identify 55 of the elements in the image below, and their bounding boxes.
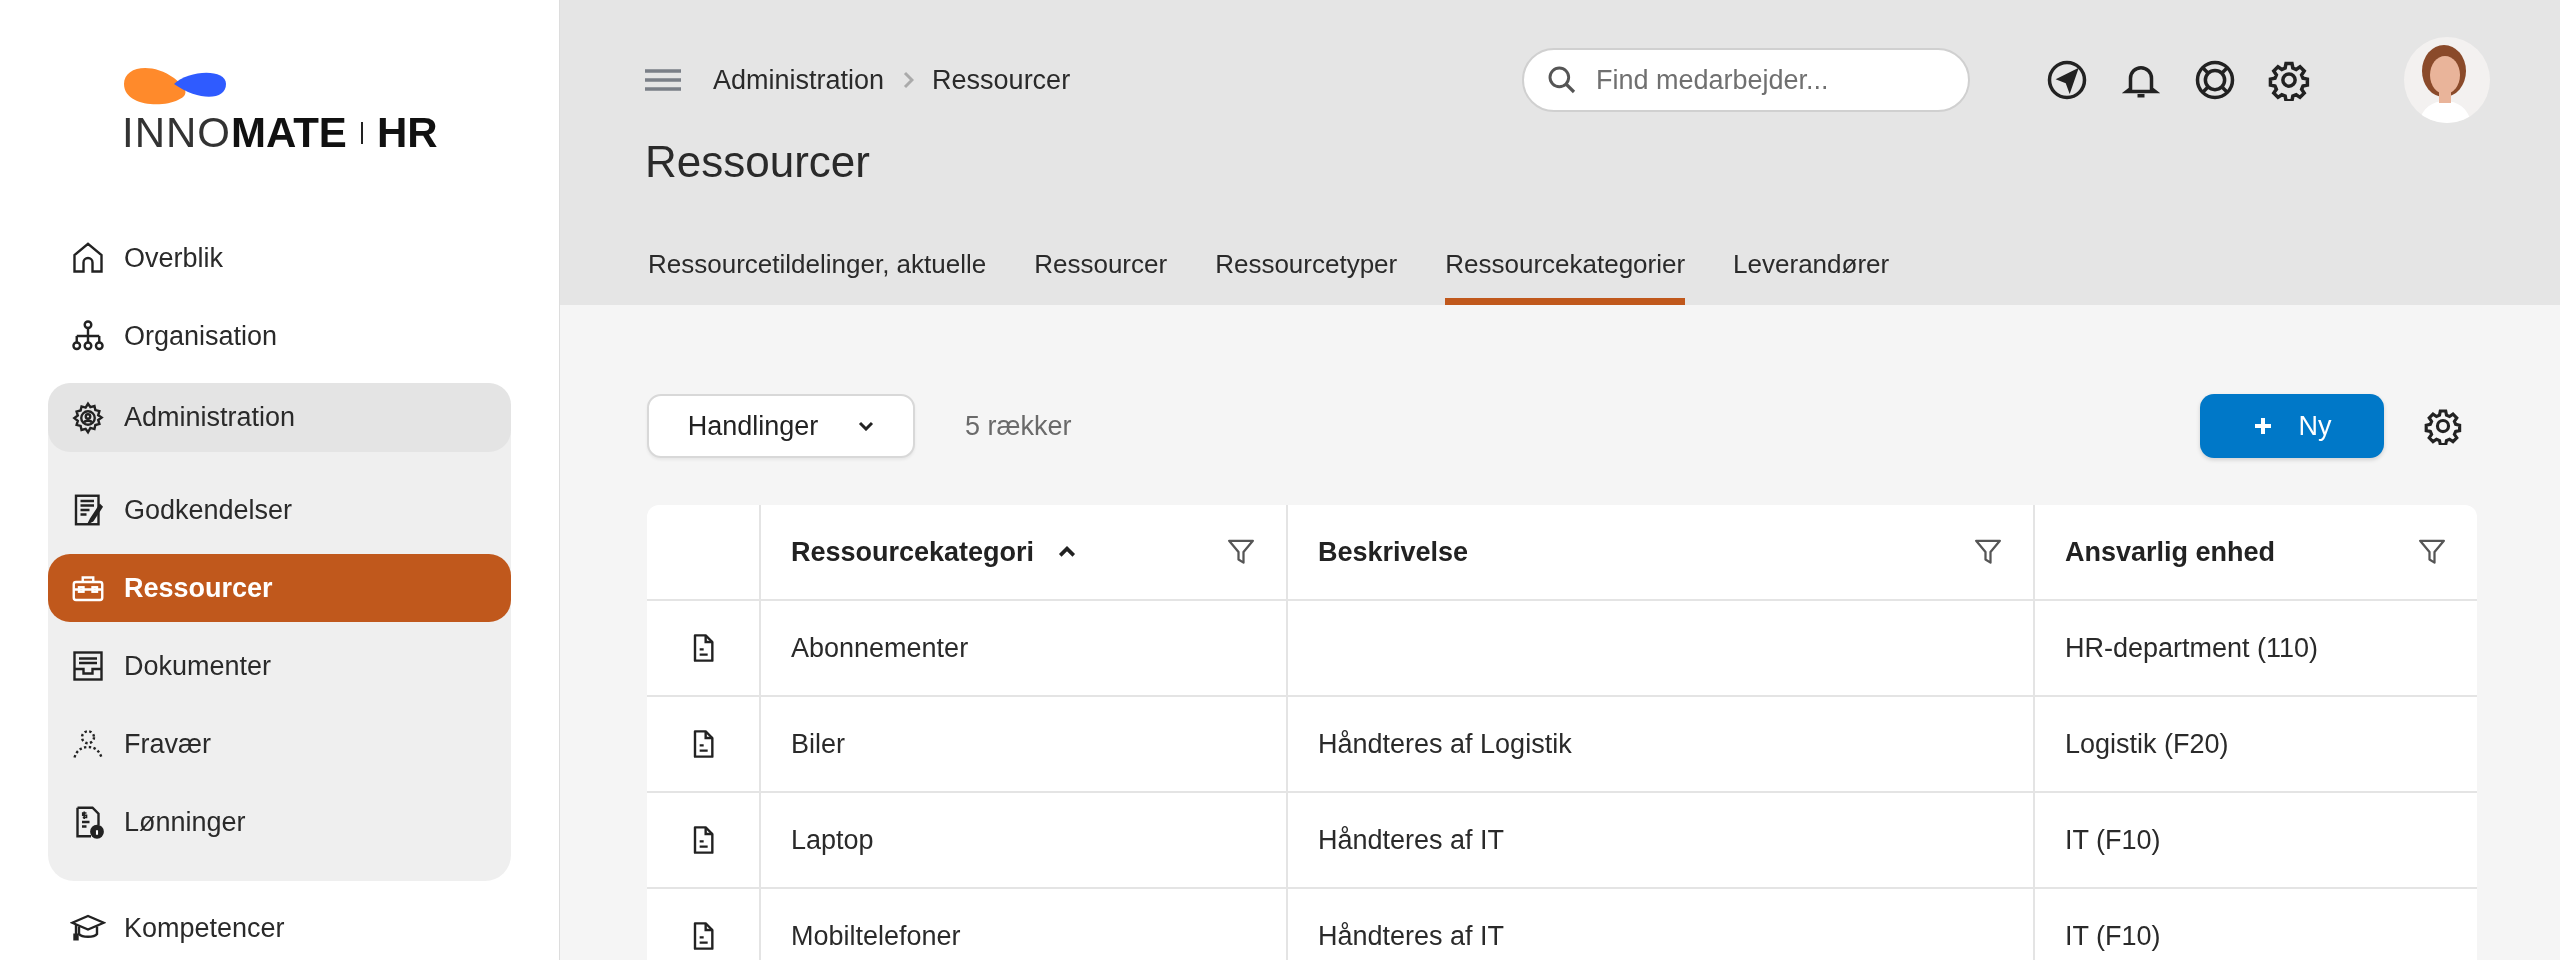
tab[interactable]: Leverandører (1733, 229, 1890, 305)
nav-item[interactable]: Fravær (48, 710, 511, 778)
nav-item[interactable]: Administration (48, 383, 511, 452)
filter-icon[interactable] (1226, 537, 1256, 567)
nav-item[interactable]: Kompetencer (48, 894, 511, 960)
tab[interactable]: Ressourcetyper (1215, 229, 1398, 305)
column-header[interactable]: Ressourcekategori (759, 505, 1286, 599)
settings-icon[interactable] (2424, 407, 2462, 445)
table-cell: Laptop (759, 791, 1286, 887)
table-cell: IT (F10) (2033, 887, 2477, 960)
table-cell: Håndteres af IT (1286, 887, 2033, 960)
row-count: 5 rækker (965, 410, 1072, 442)
table-cell: Abonnementer (759, 599, 1286, 695)
filter-icon[interactable] (1973, 537, 2003, 567)
page-title: Ressourcer (645, 136, 871, 188)
home-icon (70, 240, 106, 276)
table-cell: Biler (759, 695, 1286, 791)
table-cell: HR-department (110) (2033, 599, 2477, 695)
nav-item[interactable]: Organisation (48, 302, 511, 370)
table-cell: Logistik (F20) (2033, 695, 2477, 791)
logo-product: HR (376, 112, 438, 154)
tab[interactable]: Ressourcetildelinger, aktuelle (648, 229, 987, 305)
filter-icon[interactable] (2417, 537, 2447, 567)
column-header[interactable]: Beskrivelse (1286, 505, 2033, 599)
gear-icon (70, 399, 106, 436)
caret-icon (858, 421, 875, 431)
tray-icon (70, 648, 106, 684)
breadcrumb-link[interactable]: Administration (713, 64, 885, 96)
settings-icon[interactable] (2268, 59, 2310, 101)
logo-text: INNOMATE (122, 112, 347, 154)
nav-item[interactable]: Ressourcer (48, 554, 511, 622)
menu-icon[interactable] (645, 68, 681, 92)
sort-ascending-icon[interactable] (1058, 546, 1077, 558)
nav-item[interactable]: Dokumenter (48, 632, 511, 700)
table-cell: Håndteres af Logistik (1286, 695, 2033, 791)
tab[interactable]: Ressourcekategorier (1445, 229, 1686, 305)
nav-item[interactable]: Godkendelser (48, 476, 511, 544)
plus-icon (2252, 416, 2273, 436)
column-header[interactable]: Ansvarlig enhed (2033, 505, 2477, 599)
new-button[interactable]: Ny (2200, 394, 2384, 458)
nav-item[interactable]: Overblik (48, 224, 511, 292)
column-title: Ressourcekategori (791, 536, 1035, 568)
breadcrumb-link[interactable]: Ressourcer (932, 64, 1071, 96)
search-icon (1546, 64, 1578, 96)
actions-dropdown[interactable]: Handlinger (647, 394, 915, 458)
column-title: Ansvarlig enhed (2065, 536, 2276, 568)
tab[interactable]: Ressourcer (1034, 229, 1168, 305)
table-cell: IT (F10) (2033, 791, 2477, 887)
table-cell: Håndteres af IT (1286, 791, 2033, 887)
nav-item[interactable]: Lønninger (48, 788, 511, 856)
search-field[interactable]: Find medarbejder... (1522, 48, 1970, 112)
table-cell: Mobiltelefoner (759, 887, 1286, 960)
column-title: Beskrivelse (1318, 536, 1469, 568)
lifebuoy-icon[interactable] (2194, 59, 2236, 101)
chevron-icon (902, 70, 915, 90)
